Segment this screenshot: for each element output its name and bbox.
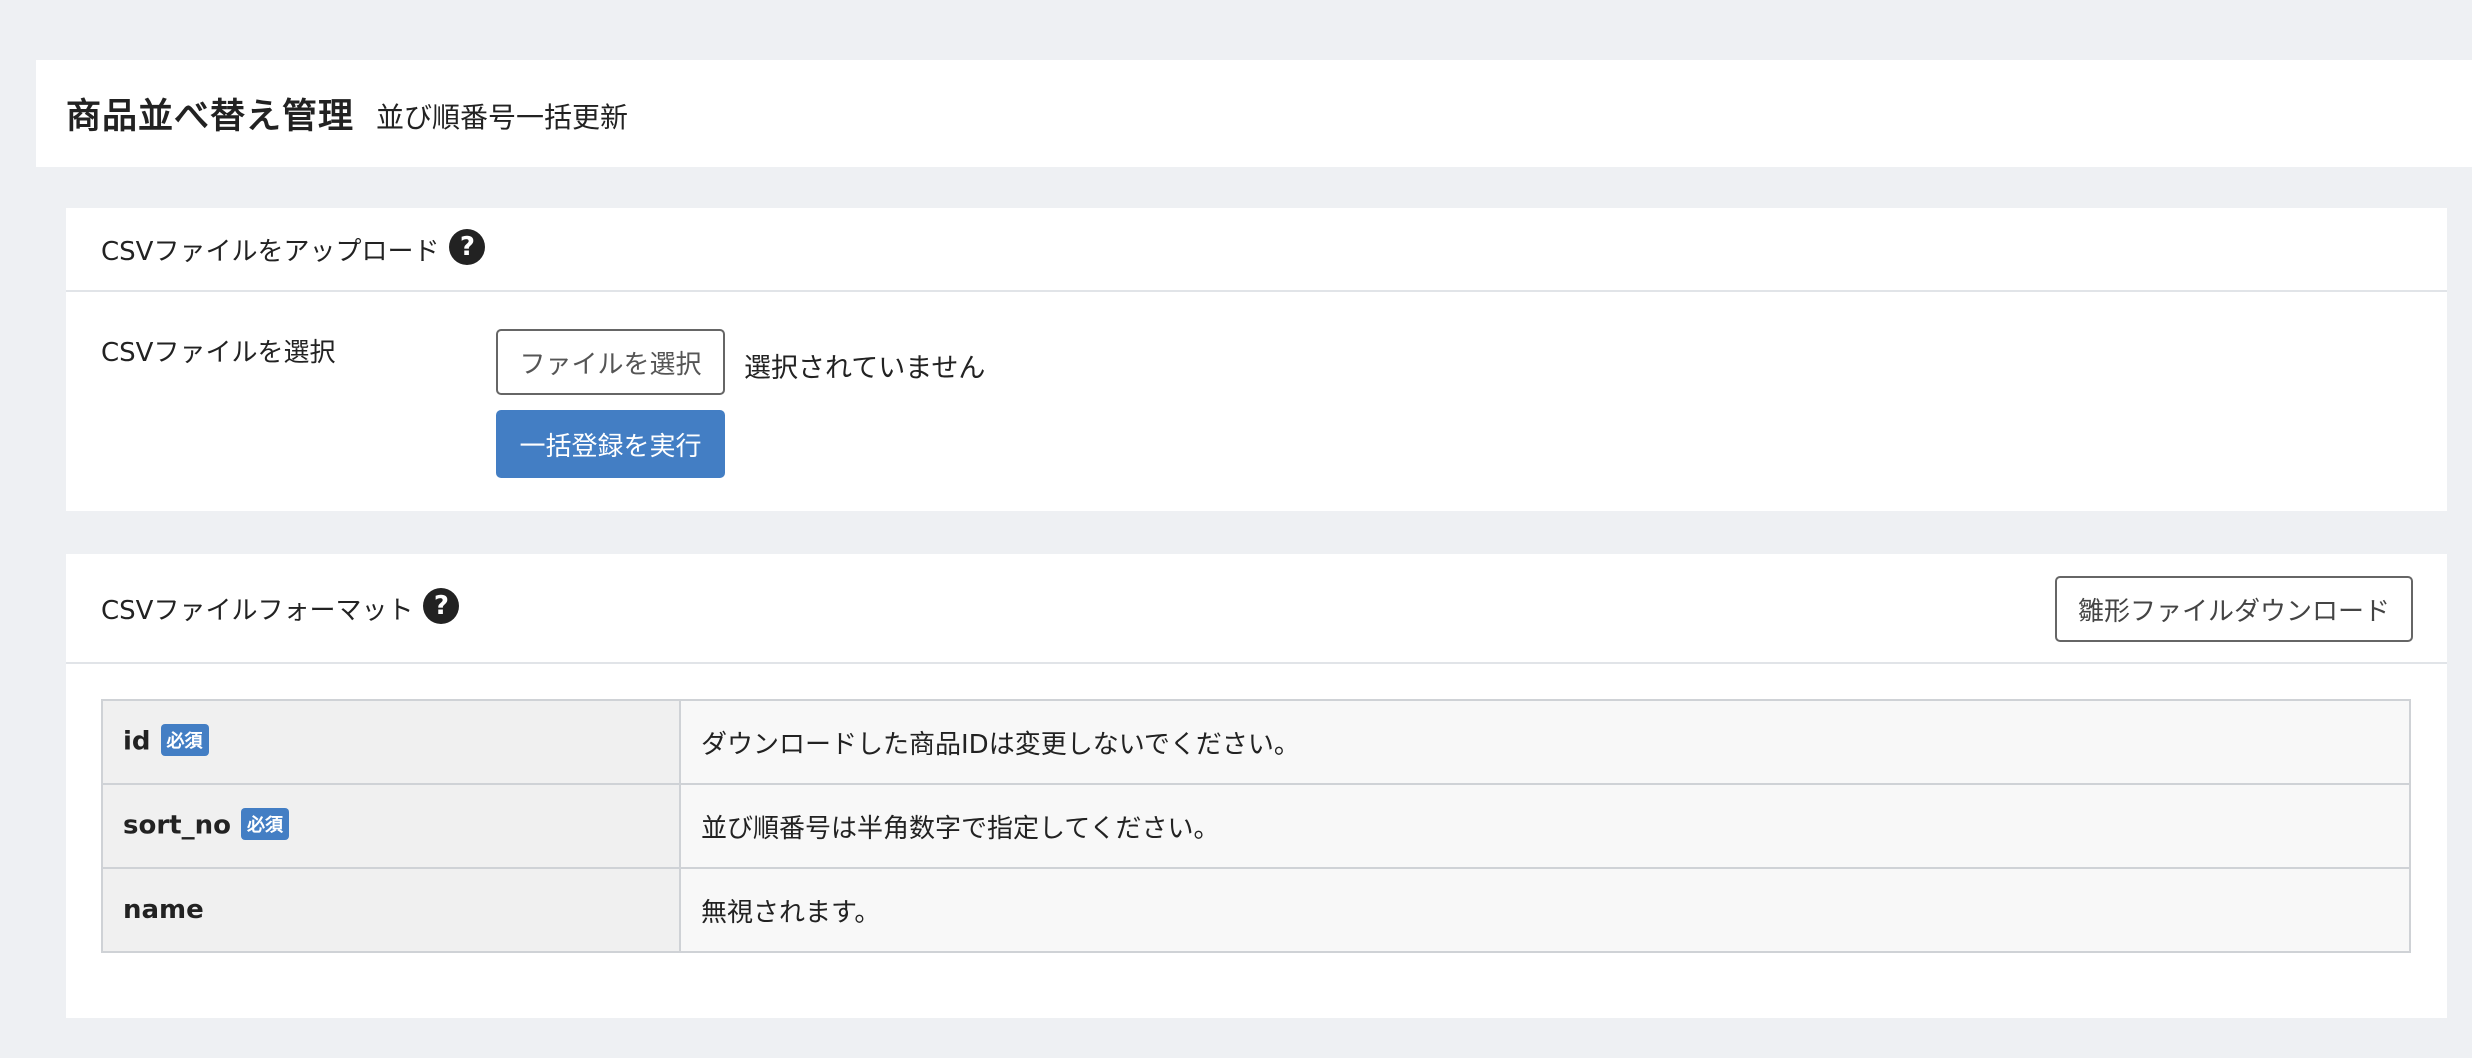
file-status-text: 選択されていません xyxy=(744,353,986,384)
question-circle-icon[interactable]: ? xyxy=(423,588,460,624)
csv-file-form-row: CSVファイルを選択 ファイルを選択 選択されていません 一括登録を実行 xyxy=(66,292,2447,511)
upload-card-title: CSVファイルをアップロード xyxy=(101,236,440,267)
page-subtitle: 並び順番号一括更新 xyxy=(376,100,629,134)
format-card-header: CSVファイルフォーマット ? 雛形ファイルダウンロード xyxy=(66,554,2447,664)
field-description: 無視されます。 xyxy=(679,867,2411,953)
table-row: sort_no 必須 並び順番号は半角数字で指定してください。 xyxy=(101,783,2411,869)
format-table: id 必須 ダウンロードした商品IDは変更しないでください。 sort_no 必須 … xyxy=(101,699,2411,953)
field-description: ダウンロードした商品IDは変更しないでください。 xyxy=(679,699,2411,785)
upload-card-header: CSVファイルをアップロード ? xyxy=(66,208,2447,292)
field-key-cell: sort_no 必須 xyxy=(101,783,681,869)
question-circle-icon[interactable]: ? xyxy=(449,229,486,265)
upload-card: CSVファイルをアップロード ? CSVファイルを選択 ファイルを選択 選択され… xyxy=(66,208,2447,511)
field-key: id xyxy=(123,726,151,757)
field-description: 並び順番号は半角数字で指定してください。 xyxy=(679,783,2411,869)
bulk-register-button[interactable]: 一括登録を実行 xyxy=(496,410,725,478)
csv-file-label: CSVファイルを選択 xyxy=(101,338,336,368)
format-card-title: CSVファイルフォーマット xyxy=(101,595,414,626)
field-key: name xyxy=(123,895,204,925)
template-download-button[interactable]: 雛形ファイルダウンロード xyxy=(2055,576,2413,642)
format-card: CSVファイルフォーマット ? 雛形ファイルダウンロード id 必須 ダウンロード… xyxy=(66,554,2447,1018)
page-title: 商品並べ替え管理 xyxy=(66,97,355,137)
table-row: id 必須 ダウンロードした商品IDは変更しないでください。 xyxy=(101,699,2411,785)
field-key-cell: id 必須 xyxy=(101,699,681,785)
required-badge: 必須 xyxy=(160,724,209,756)
required-badge: 必須 xyxy=(240,808,289,840)
table-row: name 無視されます。 xyxy=(101,867,2411,953)
choose-file-button[interactable]: ファイルを選択 xyxy=(496,329,725,395)
field-key: sort_no xyxy=(123,810,231,841)
field-key-cell: name xyxy=(101,867,681,953)
page-header: 商品並べ替え管理 並び順番号一括更新 xyxy=(36,60,2472,167)
